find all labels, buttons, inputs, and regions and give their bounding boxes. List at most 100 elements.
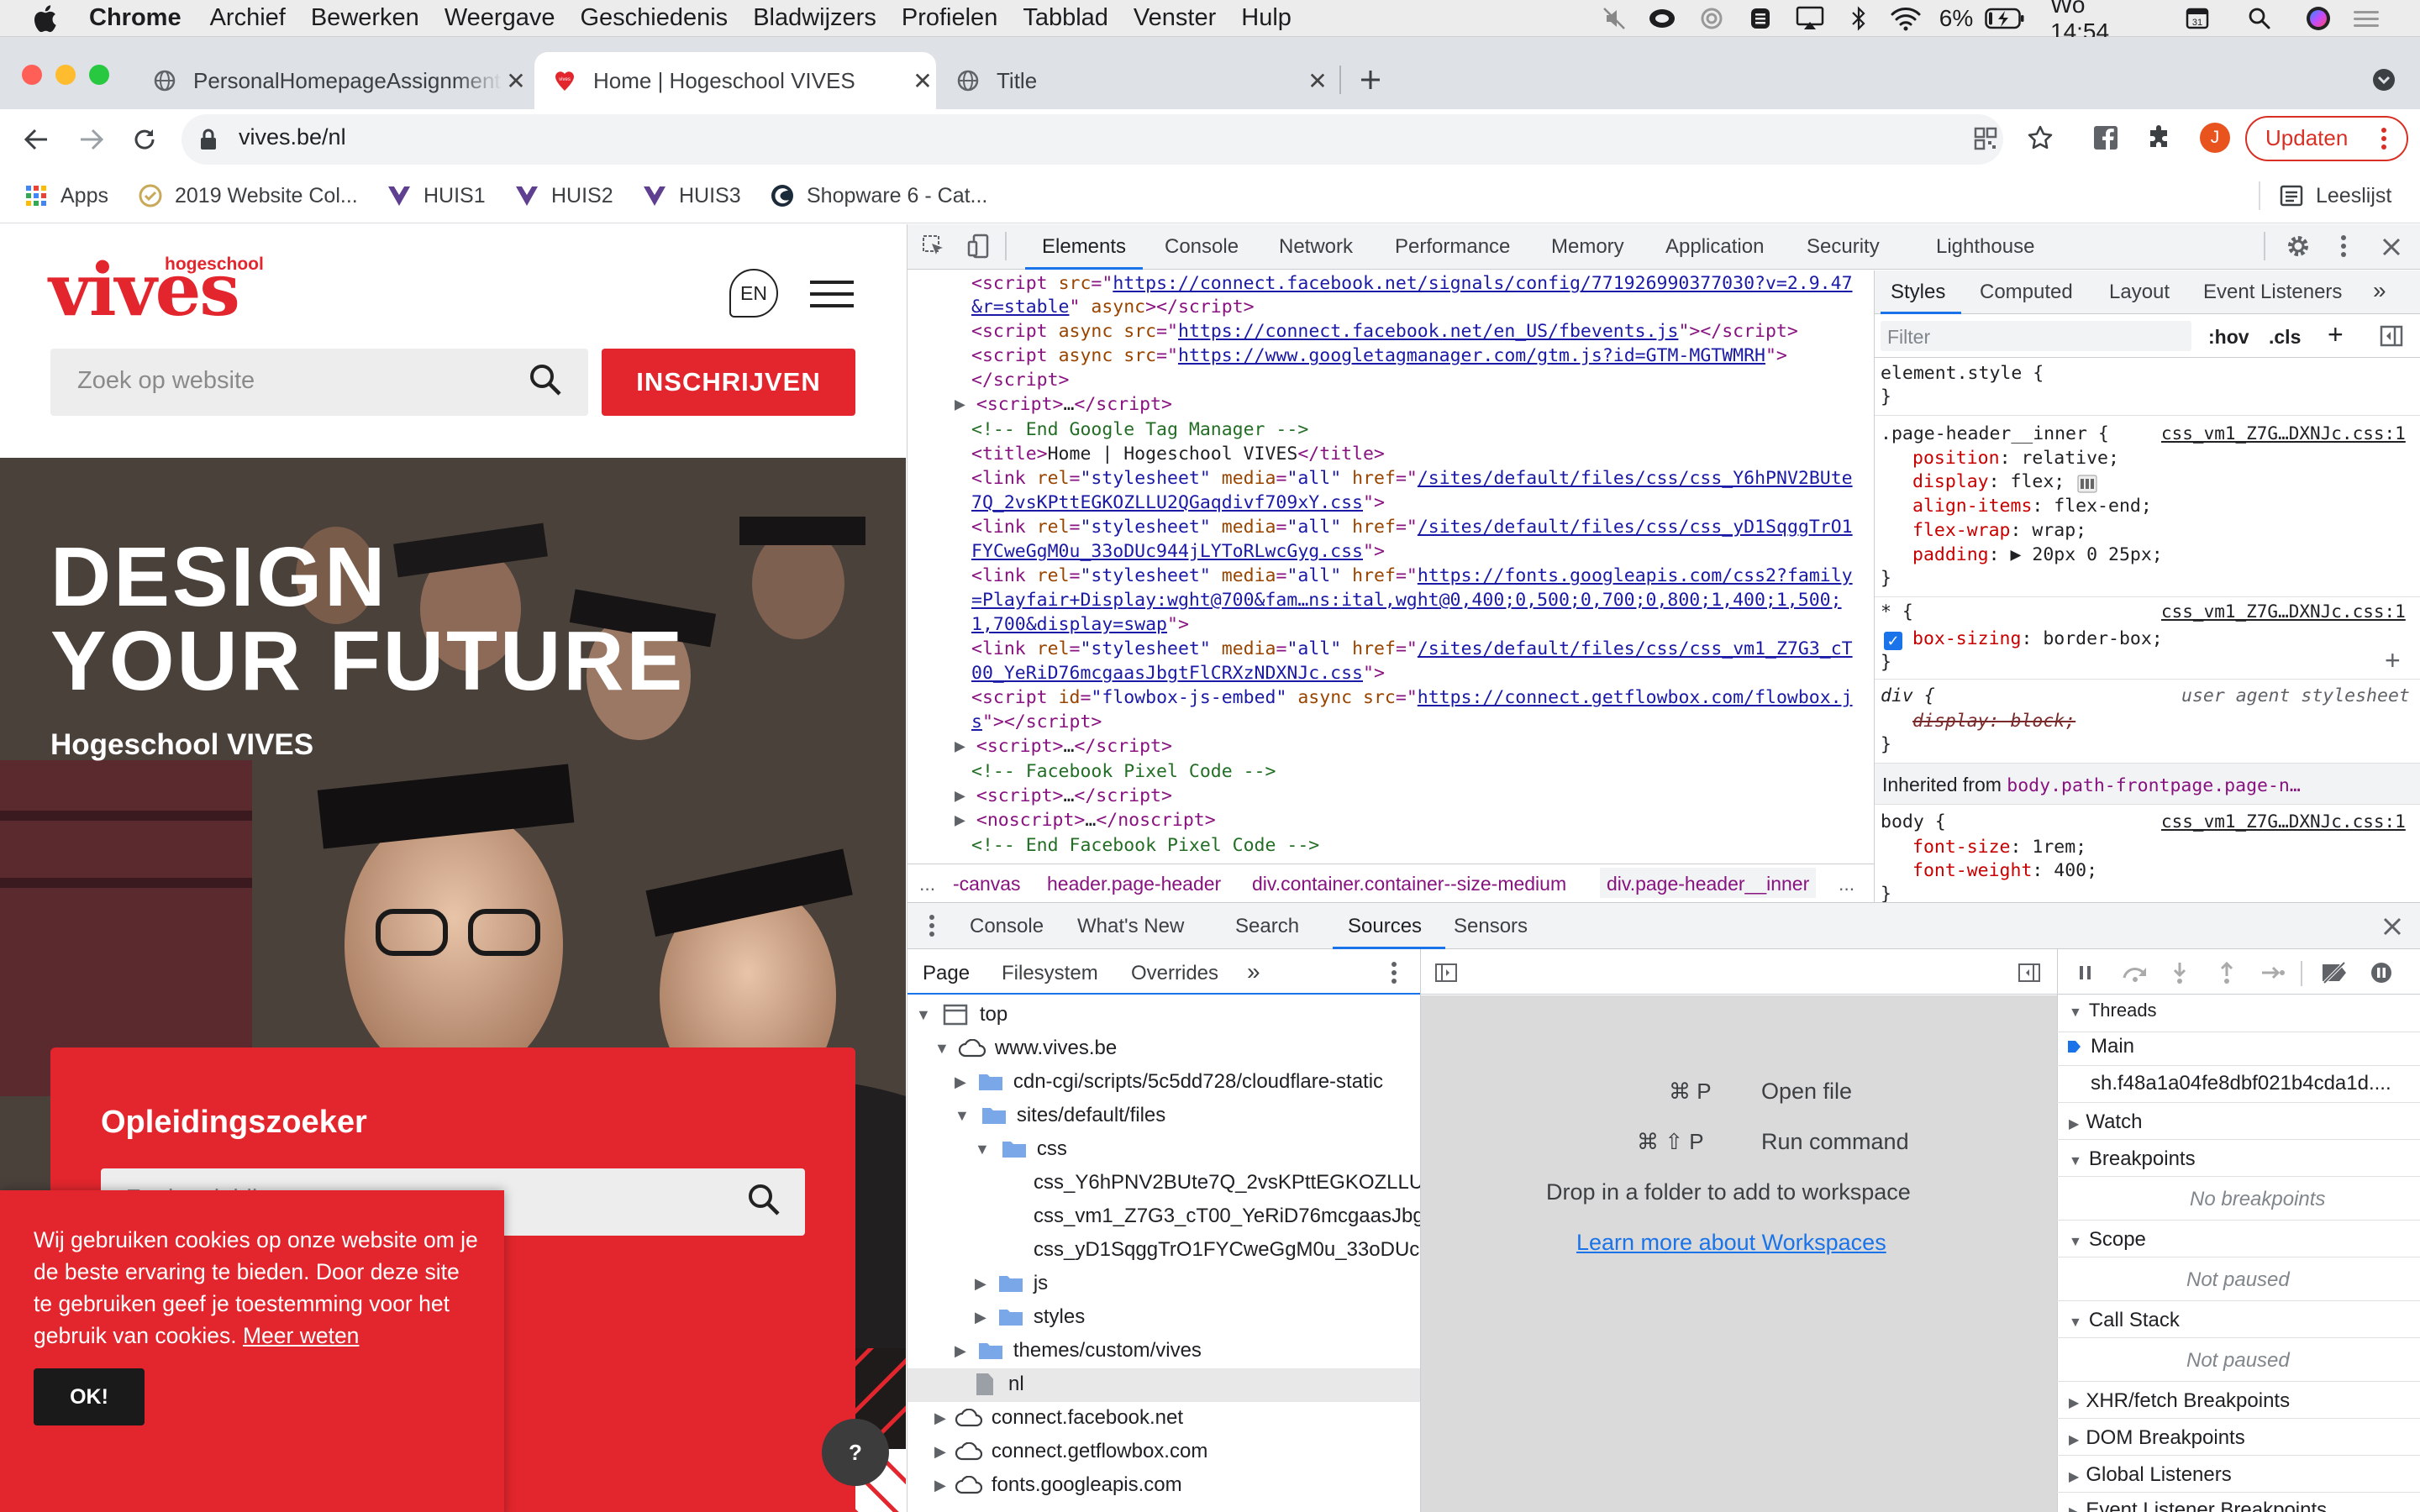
chrome-menu-icon[interactable] [2380, 126, 2388, 151]
menu-app-name[interactable]: Chrome [89, 4, 182, 32]
menu-venster[interactable]: Venster [1134, 4, 1216, 32]
drawer-tab-sources[interactable]: Sources [1348, 915, 1422, 938]
clock[interactable]: Wo 14:54 [2050, 0, 2139, 45]
dom-line[interactable]: &r=stable" async></script> [971, 297, 1255, 318]
new-style-rule-icon[interactable]: + [2328, 319, 2344, 350]
section-threads-header[interactable]: ▼ Threads [2069, 1000, 2157, 1021]
section-event-header[interactable]: ▶Event Listener Breakpoints [2069, 1499, 2327, 1512]
rule-source-link[interactable]: css_vm1_Z7G…DXNJc.css:1 [2161, 811, 2406, 832]
dom-line[interactable]: <script async src="https://www.googletag… [971, 345, 1787, 366]
tab-network[interactable]: Network [1279, 235, 1353, 259]
spotlight-search-icon[interactable] [2245, 0, 2274, 37]
battery-icon[interactable] [1983, 0, 2027, 37]
rule-selector[interactable]: div { [1881, 685, 1935, 706]
css-declaration[interactable]: flex-wrap: wrap; [1912, 520, 2086, 541]
menu-bewerken[interactable]: Bewerken [311, 4, 419, 32]
rule-selector[interactable]: body { [1881, 811, 1946, 832]
rule-selector[interactable]: * { [1881, 601, 1913, 622]
dom-line[interactable]: </script> [971, 370, 1070, 391]
css-declaration[interactable]: padding: ▶ 20px 0 25px; [1912, 544, 2163, 565]
airplay-icon[interactable] [1795, 0, 1825, 37]
reload-icon[interactable] [131, 126, 158, 153]
show-debugger-icon[interactable] [2018, 963, 2040, 983]
step-into-icon[interactable] [2170, 961, 2190, 984]
nav-tab-filesystem[interactable]: Filesystem [1002, 962, 1098, 985]
menu-geschiedenis[interactable]: Geschiedenis [580, 4, 728, 32]
qr-code-icon[interactable] [1973, 126, 1998, 151]
rule-source-link[interactable]: css_vm1_Z7G…DXNJc.css:1 [2161, 601, 2406, 622]
inspect-element-icon[interactable] [921, 234, 946, 259]
css-declaration[interactable]: position: relative; [1912, 448, 2119, 469]
language-switch-en[interactable]: EN [729, 269, 778, 318]
facebook-extension-icon[interactable] [2092, 124, 2119, 151]
profile-avatar[interactable]: J [2200, 123, 2230, 153]
tab-lighthouse[interactable]: Lighthouse [1936, 235, 2034, 259]
tab-security[interactable]: Security [1807, 235, 1880, 259]
nav-tab-overrides[interactable]: Overrides [1131, 962, 1218, 985]
tab-close-icon[interactable]: ✕ [909, 67, 936, 95]
window-minimize-button[interactable] [55, 65, 76, 85]
dom-comment[interactable]: <!-- End Facebook Pixel Code --> [971, 835, 1319, 856]
breadcrumb-item-active[interactable]: div.page-header__inner [1600, 868, 1817, 898]
tab-console[interactable]: Console [1165, 235, 1239, 259]
tab-computed[interactable]: Computed [1980, 281, 2073, 304]
back-icon[interactable] [22, 126, 50, 153]
declaration-checkbox[interactable]: ✓ [1884, 632, 1902, 650]
dom-comment[interactable]: <!-- Facebook Pixel Code --> [971, 761, 1276, 782]
close-devtools-icon[interactable] [2381, 237, 2402, 257]
tree-item-file[interactable]: css_vm1_Z7G3_cT00_YeRiD76mcgaasJbgt [1018, 1205, 1420, 1228]
tree-item-domain[interactable]: ▶ fonts.googleapis.com [934, 1473, 1182, 1497]
menu-archief[interactable]: Archief [210, 4, 286, 32]
apple-icon[interactable] [32, 4, 57, 33]
tab-performance[interactable]: Performance [1395, 235, 1510, 259]
menu-bladwijzers[interactable]: Bladwijzers [753, 4, 876, 32]
add-declaration-icon[interactable]: + [2385, 645, 2401, 676]
cookie-more-link[interactable]: Meer weten [243, 1323, 359, 1348]
tab-close-icon[interactable]: ✕ [1304, 67, 1331, 95]
tree-item-folder[interactable]: ▶ js [975, 1272, 1048, 1295]
wifi-icon[interactable] [1889, 0, 1923, 37]
thread-service-worker[interactable]: sh.f48a1a04fe8dbf021b4cda1d.... [2091, 1072, 2391, 1095]
section-global-header[interactable]: ▶ Global Listeners [2069, 1463, 2232, 1487]
search-icon[interactable] [528, 362, 563, 397]
drawer-tab-sensors[interactable]: Sensors [1454, 915, 1528, 938]
creative-cloud-icon[interactable] [1647, 0, 1677, 37]
forward-icon[interactable] [77, 126, 106, 153]
register-button[interactable]: INSCHRIJVEN [602, 349, 855, 416]
url-text[interactable]: vives.be/nl [239, 124, 346, 150]
breadcrumb-item[interactable]: header.page-header [1047, 873, 1221, 895]
dom-line[interactable]: <link rel="stylesheet" media="all" href=… [971, 565, 1853, 586]
overridden-declaration[interactable]: display: block; [1912, 711, 2075, 732]
rule-selector[interactable]: .page-header__inner { [1881, 423, 2109, 444]
app-shield-icon[interactable] [1746, 0, 1775, 37]
drawer-tab-console[interactable]: Console [970, 915, 1044, 938]
tree-item-domain[interactable]: ▶ connect.getflowbox.com [934, 1440, 1207, 1463]
bookmark-huis1[interactable]: HUIS1 [387, 179, 486, 213]
tree-item-top[interactable]: ▼ top [916, 1003, 1007, 1026]
tab-memory[interactable]: Memory [1551, 235, 1624, 259]
omnibox[interactable] [182, 114, 2003, 165]
tab-vives-home[interactable]: vives Home | Hogeschool VIVES ✕ [534, 52, 936, 109]
drawer-menu-icon[interactable] [928, 914, 936, 937]
bookmark-apps[interactable]: Apps [24, 179, 108, 213]
mute-icon[interactable] [1600, 0, 1628, 37]
menu-hulp[interactable]: Hulp [1241, 4, 1292, 32]
section-xhr-header[interactable]: ▶ XHR/fetch Breakpoints [2069, 1389, 2290, 1413]
tree-item-document[interactable]: nl [976, 1373, 1024, 1396]
tree-item-folder[interactable]: ▼ sites/default/files [955, 1104, 1165, 1127]
tree-item-file[interactable]: css_yD1SqggTrO1FYCweGgM0u_33oDUc9 [1018, 1238, 1420, 1262]
css-declaration[interactable]: font-size: 1rem; [1912, 837, 2086, 858]
cookie-ok-button[interactable]: OK! [34, 1368, 145, 1425]
pause-on-exceptions-icon[interactable] [2370, 961, 2393, 984]
menu-tabblad[interactable]: Tabblad [1023, 4, 1108, 32]
tab-styles[interactable]: Styles [1891, 281, 1945, 304]
tree-item-folder[interactable]: ▼ css [975, 1137, 1067, 1161]
dom-line[interactable]: <script async src="https://connect.faceb… [971, 321, 1798, 342]
dom-line[interactable]: s"></script> [971, 711, 1102, 732]
tab-elements[interactable]: Elements [1042, 235, 1126, 259]
finder-search-icon[interactable] [746, 1182, 781, 1217]
breadcrumb-overflow[interactable]: ... [1839, 873, 1854, 895]
navigator-menu-icon[interactable] [1390, 961, 1398, 984]
css-declaration[interactable]: box-sizing: border-box; [1912, 628, 2163, 649]
learn-workspaces-link[interactable]: Learn more about Workspaces [1576, 1230, 1886, 1256]
